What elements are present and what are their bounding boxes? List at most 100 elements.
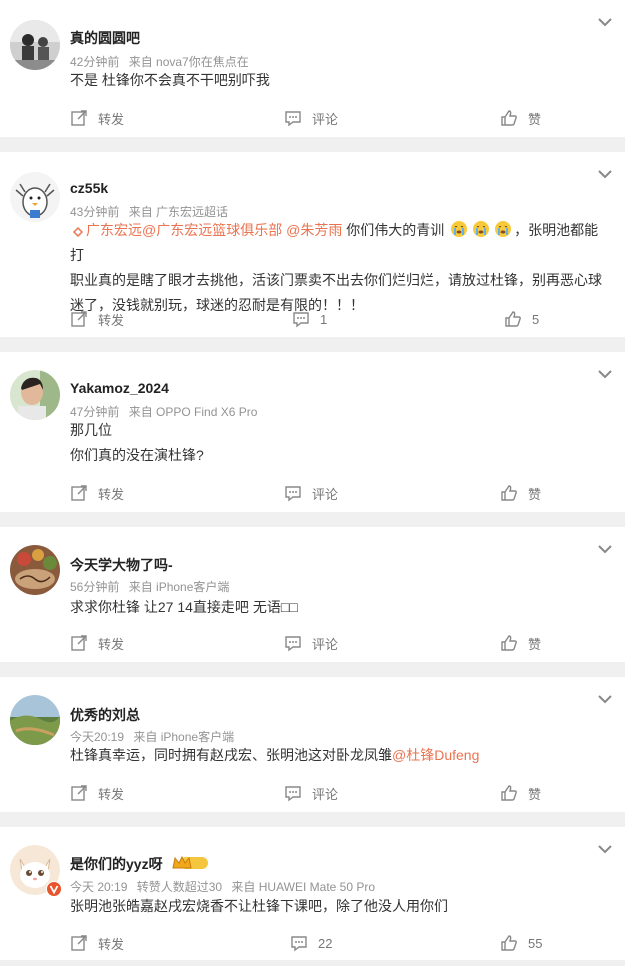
- comment-text: 求求你杜锋 让27 14直接走吧 无语□□: [70, 599, 298, 615]
- comment-time: 43分钟前: [70, 205, 120, 219]
- comment-card: 真的圆圆吧 42分钟前 来自 nova7你在焦点在 不是 杜锋你不会真不干吧别吓…: [0, 0, 625, 137]
- crying-emoji-icon: [451, 221, 468, 237]
- comment-card: 优秀的刘总 今天20:19 来自 iPhone客户端 杜锋真幸运，同时拥有赵戌宏…: [0, 677, 625, 812]
- repost-button[interactable]: 转发: [70, 781, 124, 805]
- comment-button[interactable]: 评论: [284, 481, 338, 505]
- repost-label: 转发: [98, 486, 125, 502]
- like-button[interactable]: 赞: [500, 481, 541, 505]
- comment-text: 杜锋真幸运，同时拥有赵戌宏、张明池这对卧龙凤雏@杜锋Dufeng: [70, 743, 610, 768]
- like-label: 赞: [528, 636, 542, 652]
- user-name[interactable]: cz55k: [70, 180, 108, 196]
- avatar[interactable]: [10, 845, 62, 897]
- avatar[interactable]: [10, 545, 60, 595]
- chevron-down-icon[interactable]: [597, 693, 613, 705]
- chevron-down-icon[interactable]: [597, 843, 613, 855]
- avatar[interactable]: [10, 370, 60, 420]
- repost-label: 转发: [98, 312, 125, 328]
- like-button[interactable]: 5: [504, 307, 539, 331]
- chevron-down-icon[interactable]: [597, 543, 613, 555]
- comment-time: 56分钟前: [70, 580, 120, 594]
- comment-source: 来自 nova7你在焦点在: [128, 55, 249, 69]
- comment-button[interactable]: 评论: [284, 781, 338, 805]
- crying-emoji-icon: [495, 221, 512, 237]
- chevron-down-icon[interactable]: [597, 368, 613, 380]
- comment-actions: 转发 评论 赞: [0, 481, 625, 505]
- comment-button[interactable]: 评论: [284, 106, 338, 130]
- like-count: 55: [528, 935, 543, 951]
- like-button[interactable]: 赞: [500, 781, 541, 805]
- comment-button[interactable]: 评论: [284, 631, 338, 655]
- chevron-down-icon[interactable]: [597, 168, 613, 180]
- comment-meta: 56分钟前 来自 iPhone客户端: [70, 578, 235, 595]
- comment-actions: 转发 评论 赞: [0, 106, 625, 130]
- comment-count: 22: [318, 935, 333, 951]
- comment-text-part: 你们伟大的青训: [342, 222, 445, 238]
- repost-button[interactable]: 转发: [70, 481, 124, 505]
- comment-text: 张明池张皓嘉赵戌宏烧香不让杜锋下课吧，除了他没人用你们: [70, 898, 448, 914]
- comment-source: 来自 OPPO Find X6 Pro: [128, 405, 258, 419]
- user-name[interactable]: 真的圆圆吧: [70, 28, 140, 48]
- comment-source: 来自 iPhone客户端: [128, 580, 230, 594]
- comment-card: 是你们的yyz呀 今天 20:19 转赞人数超过30 来自 HUAWEI Mat…: [0, 827, 625, 960]
- comment-icon: [291, 936, 307, 952]
- comment-text-part: 职业真的是瞎了眼才去挑他，活该门票卖不出去你们烂归烂，请放过杜锋，别再恶心球: [70, 272, 602, 288]
- comment-icon: [293, 312, 309, 328]
- comment-time: 今天20:19: [70, 730, 125, 744]
- repost-button[interactable]: 转发: [70, 931, 124, 955]
- comment-button[interactable]: 22: [290, 931, 332, 955]
- chevron-down-icon[interactable]: [597, 16, 613, 28]
- mention-link[interactable]: @朱芳雨: [286, 222, 342, 238]
- like-button[interactable]: 55: [500, 931, 542, 955]
- comment-actions: 转发 22 55: [0, 931, 625, 955]
- avatar[interactable]: [10, 695, 60, 745]
- comment-source: 来自 广东宏远超话: [128, 205, 229, 219]
- repost-icon: [71, 635, 87, 651]
- like-label: 赞: [528, 111, 542, 127]
- comment-icon: [285, 786, 301, 802]
- comment-label: 评论: [312, 786, 339, 802]
- like-button[interactable]: 赞: [500, 631, 541, 655]
- comment-actions: 转发 评论 赞: [0, 631, 625, 655]
- mention-link[interactable]: @杜锋Dufeng: [392, 747, 479, 763]
- comment-label: 评论: [312, 486, 339, 502]
- avatar[interactable]: [10, 20, 60, 70]
- comment-actions: 转发 1 5: [0, 307, 625, 331]
- comment-button[interactable]: 1: [292, 307, 327, 331]
- comment-source: 来自 HUAWEI Mate 50 Pro: [231, 880, 376, 894]
- repost-icon: [71, 110, 87, 126]
- comment-text: 广东宏远@广东宏远篮球俱乐部 @朱芳雨 你们伟大的青训 ，张明池都能打 职业真的…: [70, 218, 610, 318]
- user-name[interactable]: Yakamoz_2024: [70, 380, 169, 396]
- user-name[interactable]: 今天学大物了吗-: [70, 555, 173, 575]
- user-name-text: 是你们的yyz呀: [70, 856, 163, 872]
- like-icon: [505, 311, 521, 327]
- comment-time: 42分钟前: [70, 55, 120, 69]
- like-icon: [501, 635, 517, 651]
- comment-count: 1: [320, 311, 328, 327]
- mention-link[interactable]: 广东宏远@广东宏远篮球俱乐部: [86, 222, 282, 238]
- comment-source: 来自 iPhone客户端: [133, 730, 235, 744]
- comment-text-part: 杜锋真幸运，同时拥有赵戌宏、张明池这对卧龙凤雏: [70, 747, 392, 763]
- comment-text-part: 那几位: [70, 422, 112, 438]
- comment-time: 47分钟前: [70, 405, 120, 419]
- like-icon: [501, 785, 517, 801]
- comment-card: cz55k 43分钟前 来自 广东宏远超话 广东宏远@广东宏远篮球俱乐部 @朱芳…: [0, 152, 625, 337]
- like-button[interactable]: 赞: [500, 106, 541, 130]
- like-icon: [501, 485, 517, 501]
- repost-icon: [71, 485, 87, 501]
- repost-icon: [71, 785, 87, 801]
- crown-badge-icon: [172, 855, 210, 874]
- comment-card: 今天学大物了吗- 56分钟前 来自 iPhone客户端 求求你杜锋 让27 14…: [0, 527, 625, 662]
- comment-text: 不是 杜锋你不会真不干吧别吓我: [70, 72, 270, 88]
- avatar[interactable]: [10, 172, 60, 222]
- comment-card: Yakamoz_2024 47分钟前 来自 OPPO Find X6 Pro 那…: [0, 352, 625, 512]
- comment-label: 评论: [312, 636, 339, 652]
- repost-icon: [71, 311, 87, 327]
- user-name[interactable]: 是你们的yyz呀: [70, 854, 210, 874]
- comment-icon: [285, 486, 301, 502]
- repost-button[interactable]: 转发: [70, 106, 124, 130]
- user-name[interactable]: 优秀的刘总: [70, 705, 140, 725]
- like-label: 赞: [528, 786, 542, 802]
- link-chain-icon: [72, 226, 84, 238]
- repost-button[interactable]: 转发: [70, 631, 124, 655]
- repost-button[interactable]: 转发: [70, 307, 124, 331]
